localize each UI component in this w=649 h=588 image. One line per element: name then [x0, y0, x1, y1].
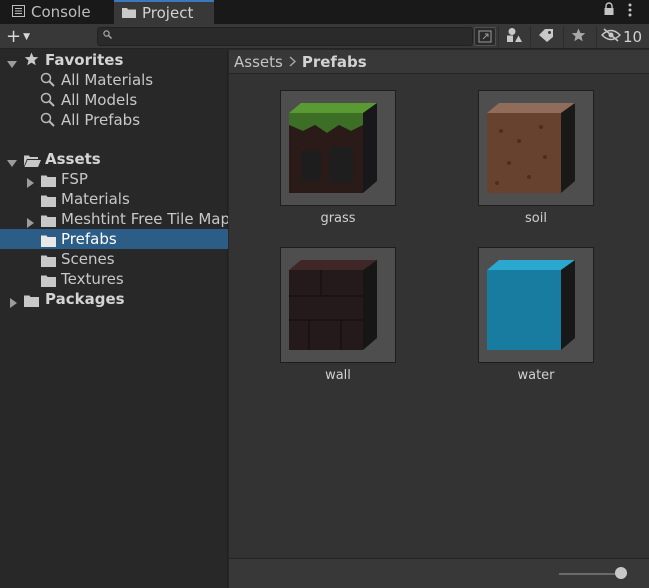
folder-icon — [41, 213, 56, 229]
tree-item-label: All Models — [61, 91, 138, 109]
project-toolbar: + ▼ 10 — [0, 24, 649, 49]
zoom-slider-handle[interactable] — [615, 567, 627, 579]
breadcrumb-assets[interactable]: Assets — [234, 53, 283, 71]
tree-item-prefabs[interactable]: Prefabs — [0, 229, 228, 249]
tree-item-all-materials[interactable]: All Materials — [0, 70, 228, 90]
asset-thumbnail — [478, 90, 594, 206]
search-icon — [40, 112, 55, 130]
tab-bar: Console Project — [0, 0, 649, 24]
tree-item-favorites[interactable]: Favorites — [0, 50, 228, 70]
breadcrumb: Assets Prefabs — [229, 50, 649, 74]
tree-item-all-prefabs[interactable]: All Prefabs — [0, 110, 228, 130]
tab-console[interactable]: Console — [12, 0, 91, 24]
chevron-right-icon — [289, 53, 296, 71]
search-input[interactable] — [97, 27, 473, 46]
tree-item-label: Meshtint Free Tile Map — [61, 210, 228, 228]
tree-item-fsp[interactable]: FSP — [0, 169, 228, 189]
lock-icon[interactable] — [603, 2, 615, 22]
more-options-icon[interactable] — [627, 2, 633, 22]
asset-name: water — [517, 368, 555, 383]
folder-icon — [24, 293, 39, 309]
collapsed-arrow-icon[interactable] — [25, 214, 35, 228]
folder-icon — [41, 253, 56, 269]
search-icon — [40, 92, 55, 110]
tree-item-label: Assets — [45, 150, 101, 168]
expanded-arrow-icon[interactable] — [7, 154, 17, 167]
plus-icon: + — [6, 26, 22, 47]
folder-icon — [41, 173, 56, 189]
water-cube-preview — [487, 260, 575, 350]
tree-item-label: Packages — [45, 290, 125, 308]
favorites-button[interactable] — [563, 26, 593, 47]
asset-grid-panel: Assets Prefabs grass soil wall water — [229, 50, 649, 558]
tree-item-label: Scenes — [61, 250, 115, 268]
asset-name: grass — [320, 211, 356, 226]
tree-item-label: FSP — [61, 170, 88, 188]
hidden-packages-count: 10 — [622, 27, 643, 46]
folder-icon — [41, 273, 56, 289]
tree-item-label: Materials — [61, 190, 130, 208]
star-icon — [24, 52, 39, 70]
collapsed-arrow-icon[interactable] — [8, 294, 18, 308]
soil-cube-preview — [487, 103, 575, 193]
search-by-type-button[interactable] — [474, 27, 496, 46]
tree-item-scenes[interactable]: Scenes — [0, 249, 228, 269]
zoom-slider-track[interactable] — [559, 573, 617, 575]
expanded-arrow-icon[interactable] — [7, 55, 17, 68]
eye-slash-icon — [600, 27, 621, 46]
tree-item-label: All Prefabs — [61, 111, 141, 129]
tree-item-materials[interactable]: Materials — [0, 189, 228, 209]
tree-item-label: Prefabs — [61, 230, 117, 248]
tab-project[interactable]: Project — [114, 0, 214, 24]
search-icon — [103, 29, 112, 42]
asset-name: wall — [325, 368, 351, 383]
tree-item-label: All Materials — [61, 71, 154, 89]
tree-item-assets[interactable]: Assets — [0, 149, 228, 169]
folder-icon — [122, 4, 136, 22]
project-footer — [229, 558, 649, 588]
tree-item-label: Favorites — [45, 51, 124, 69]
console-icon — [12, 3, 25, 21]
tab-project-label: Project — [142, 4, 194, 22]
filter-by-label-button[interactable] — [530, 26, 560, 47]
tag-icon — [538, 28, 554, 46]
tree-item-label: Textures — [61, 270, 124, 288]
breadcrumb-prefabs[interactable]: Prefabs — [302, 53, 367, 71]
grass-cube-preview — [289, 103, 377, 193]
folder-icon — [41, 193, 56, 209]
create-button[interactable]: + ▼ — [6, 26, 42, 47]
asset-thumbnail — [280, 90, 396, 206]
tree-item-textures[interactable]: Textures — [0, 269, 228, 289]
tree-item-meshtint-free-tile-map[interactable]: Meshtint Free Tile Map — [0, 209, 228, 229]
asset-item-soil[interactable]: soil — [478, 90, 594, 226]
asset-item-grass[interactable]: grass — [280, 90, 396, 226]
asset-item-wall[interactable]: wall — [280, 247, 396, 383]
collapsed-arrow-icon[interactable] — [25, 174, 35, 188]
asset-name: soil — [525, 211, 547, 226]
shapes-icon — [506, 27, 522, 47]
folder-icon — [41, 233, 56, 249]
tree-item-all-models[interactable]: All Models — [0, 90, 228, 110]
wall-cube-preview — [289, 260, 377, 350]
folder-tree: Favorites All Materials All Models All P… — [0, 50, 228, 588]
asset-thumbnail — [280, 247, 396, 363]
search-icon — [40, 72, 55, 90]
asset-thumbnail — [478, 247, 594, 363]
tree-item-packages[interactable]: Packages — [0, 289, 228, 309]
filter-by-type-button[interactable] — [498, 26, 528, 47]
folder-open-icon — [24, 153, 41, 169]
star-icon — [571, 28, 586, 46]
chevron-down-icon: ▼ — [23, 31, 31, 42]
hidden-packages-toggle[interactable]: 10 — [596, 26, 646, 47]
tab-console-label: Console — [31, 3, 91, 21]
asset-item-water[interactable]: water — [478, 247, 594, 383]
